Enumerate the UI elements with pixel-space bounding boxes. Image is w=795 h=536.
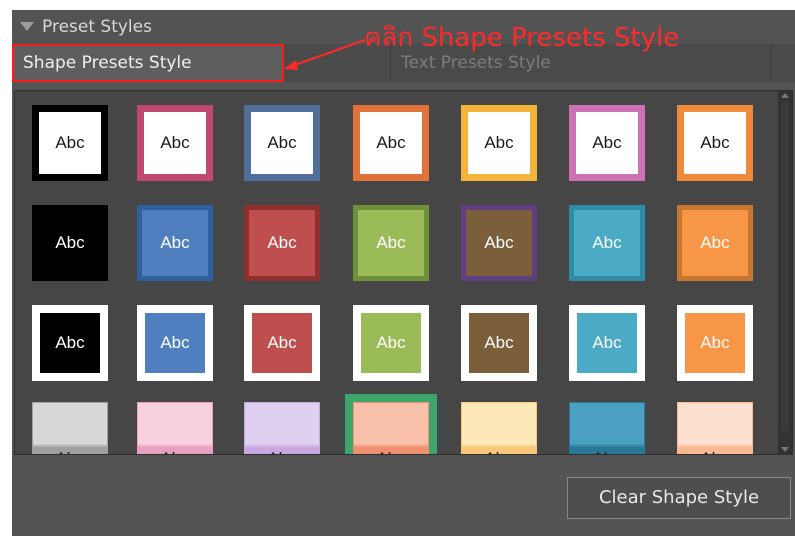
tile-label: Abc: [267, 449, 296, 454]
preset-tile-r1-c7[interactable]: Abc: [677, 105, 753, 181]
tile-label: Abc: [55, 333, 85, 352]
tile-fill: Abc: [145, 313, 205, 373]
tile-label: Abc: [592, 449, 621, 454]
preset-tile-r4-c5[interactable]: Abc: [461, 402, 537, 454]
scroll-down-icon[interactable]: [781, 447, 789, 452]
tile-label: Abc: [376, 233, 406, 252]
tile-label: Abc: [160, 449, 189, 454]
tile-label: Abc: [376, 133, 406, 152]
preset-tile-r1-c4[interactable]: Abc: [353, 105, 429, 181]
preset-tile-r2-c2[interactable]: Abc: [137, 205, 213, 281]
preset-tile-r1-c1[interactable]: Abc: [32, 105, 108, 181]
tile-label: Abc: [55, 233, 85, 252]
collapse-triangle-icon[interactable]: [20, 22, 34, 31]
tile-label: Abc: [484, 233, 514, 252]
tile-label: Abc: [592, 233, 622, 252]
preset-tile-r3-c3[interactable]: Abc: [244, 305, 320, 381]
tile-label: Abc: [267, 333, 297, 352]
tile-fill: Abc: [685, 313, 745, 373]
tile-label: Abc: [592, 133, 622, 152]
preset-tile-r3-c7[interactable]: Abc: [677, 305, 753, 381]
preset-tile-r4-c2[interactable]: Abc: [137, 402, 213, 454]
preset-tile-r1-c6[interactable]: Abc: [569, 105, 645, 181]
tile-fill: Abc: [40, 313, 100, 373]
preset-tile-r1-c2[interactable]: Abc: [137, 105, 213, 181]
tile-label: Abc: [700, 449, 729, 454]
preset-tile-r4-c4[interactable]: Abc: [353, 402, 429, 454]
tile-label: Abc: [700, 133, 730, 152]
tile-label: Abc: [592, 333, 622, 352]
preset-tile-r4-c3[interactable]: Abc: [244, 402, 320, 454]
preset-styles-panel: Preset Styles Shape Presets Style Text P…: [12, 10, 795, 536]
tile-label: Abc: [484, 133, 514, 152]
preset-tile-r2-c4[interactable]: Abc: [353, 205, 429, 281]
preset-tile-r2-c6[interactable]: Abc: [569, 205, 645, 281]
tile-label: Abc: [55, 133, 85, 152]
tile-label: Abc: [484, 449, 513, 454]
preset-tile-r3-c6[interactable]: Abc: [569, 305, 645, 381]
preset-tile-r2-c1[interactable]: Abc: [32, 205, 108, 281]
tile-label: Abc: [484, 333, 514, 352]
clear-shape-style-button[interactable]: Clear Shape Style: [567, 477, 791, 519]
tile-fill: Abc: [469, 313, 529, 373]
tile-label: Abc: [700, 233, 730, 252]
preset-tile-r3-c1[interactable]: Abc: [32, 305, 108, 381]
preset-tile-r2-c7[interactable]: Abc: [677, 205, 753, 281]
preset-tile-r2-c3[interactable]: Abc: [244, 205, 320, 281]
tile-label: Abc: [376, 449, 405, 454]
annotation-text: คลิก Shape Presets Style: [364, 23, 680, 53]
tile-label: Abc: [160, 233, 190, 252]
preset-tile-r2-c5[interactable]: Abc: [461, 205, 537, 281]
scrollbar-thumb[interactable]: [781, 101, 789, 431]
preset-tile-r1-c3[interactable]: Abc: [244, 105, 320, 181]
preset-tile-r3-c4[interactable]: Abc: [353, 305, 429, 381]
panel-title: Preset Styles: [42, 17, 152, 37]
preset-tile-r4-c1[interactable]: Abc: [32, 402, 108, 454]
preset-tile-r1-c5[interactable]: Abc: [461, 105, 537, 181]
tile-label: Abc: [267, 233, 297, 252]
scroll-up-icon[interactable]: [781, 93, 789, 98]
tile-fill: Abc: [252, 313, 312, 373]
tab-shape-presets-style[interactable]: Shape Presets Style: [12, 44, 284, 82]
tile-label: Abc: [267, 133, 297, 152]
tile-label: Abc: [160, 133, 190, 152]
preset-tile-r4-c7[interactable]: Abc: [677, 402, 753, 454]
tile-fill: Abc: [577, 313, 637, 373]
tile-label: Abc: [160, 333, 190, 352]
preset-grid: Abc Abc Abc Abc Abc Abc Abc Abc Abc Abc Abc Abc Abc A…: [14, 90, 793, 455]
preset-tile-r4-c6[interactable]: Abc: [569, 402, 645, 454]
vertical-scrollbar[interactable]: [778, 91, 792, 454]
tile-label: Abc: [376, 333, 406, 352]
tile-label: Abc: [700, 333, 730, 352]
preset-tile-r3-c5[interactable]: Abc: [461, 305, 537, 381]
preset-tile-r3-c2[interactable]: Abc: [137, 305, 213, 381]
tile-fill: Abc: [361, 313, 421, 373]
tile-label: Abc: [55, 449, 84, 454]
